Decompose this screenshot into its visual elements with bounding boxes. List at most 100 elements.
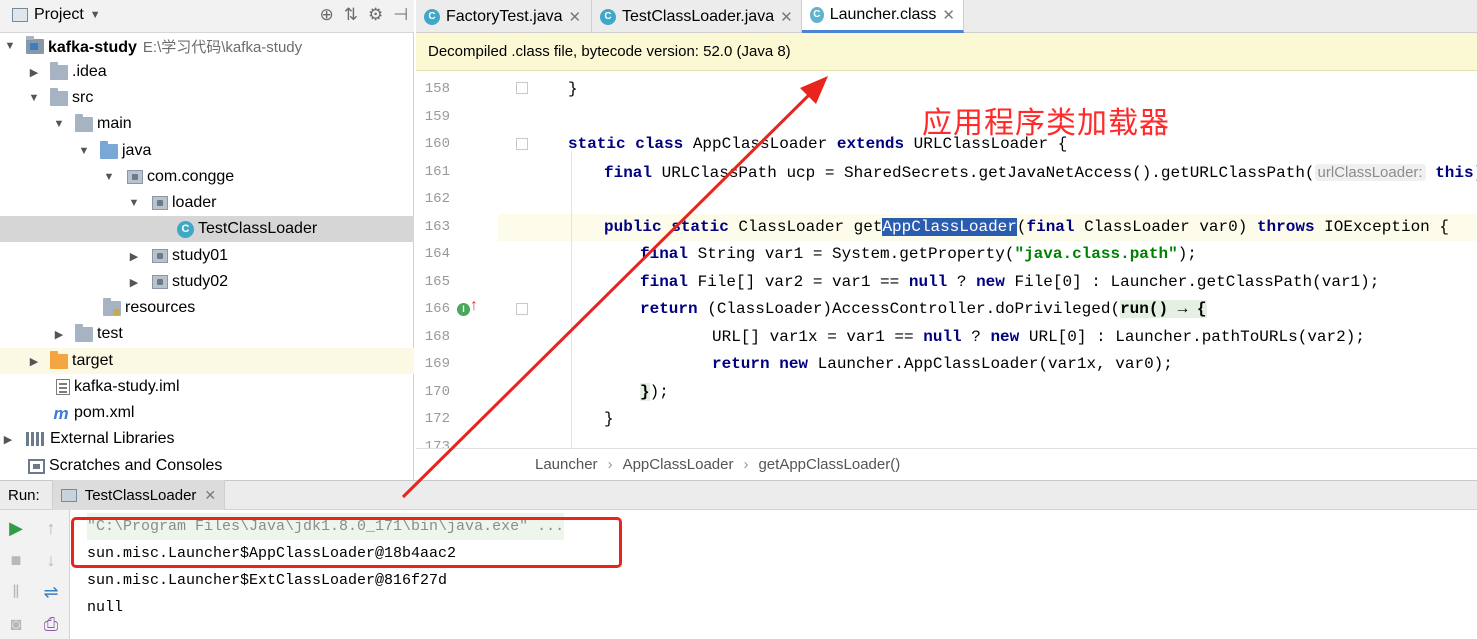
selected-text: AppClassLoader bbox=[882, 218, 1017, 236]
tab-testclassloader[interactable]: C TestClassLoader.java ✕ bbox=[592, 0, 802, 33]
chevron-down-icon[interactable]: ▼ bbox=[76, 145, 92, 157]
up-arrow-icon[interactable]: ↑ bbox=[470, 297, 478, 315]
breadcrumb-item[interactable]: AppClassLoader bbox=[623, 456, 734, 473]
chevron-right-icon[interactable]: ▶ bbox=[26, 66, 42, 79]
chevron-right-icon[interactable]: ▶ bbox=[0, 433, 16, 446]
code-line-161: final URLClassPath ucp = SharedSecrets.g… bbox=[498, 159, 1477, 186]
tree-item-scratches[interactable]: Scratches and Consoles bbox=[0, 453, 414, 479]
code-keyword: final bbox=[604, 164, 653, 182]
tree-item-study01[interactable]: ▶ study01 bbox=[0, 243, 414, 269]
source-folder-icon bbox=[100, 140, 118, 159]
soft-wrap-icon[interactable]: ⇌ bbox=[40, 581, 62, 603]
code-keyword: extends bbox=[836, 135, 905, 153]
libraries-icon bbox=[26, 432, 46, 446]
tree-item-test[interactable]: ▶ test bbox=[0, 321, 414, 347]
package-icon bbox=[152, 196, 168, 210]
tree-item-loader[interactable]: ▼ loader bbox=[0, 190, 414, 216]
close-icon[interactable]: ✕ bbox=[204, 487, 216, 504]
tab-factorytest[interactable]: C FactoryTest.java ✕ bbox=[416, 0, 592, 33]
tree-item-kafka-study[interactable]: ▼ kafka-study E:\学习代码\kafka-study bbox=[0, 33, 414, 59]
gear-icon[interactable]: ⚙ bbox=[368, 5, 383, 25]
line-number: 165 bbox=[424, 274, 450, 290]
overrides-method-icon[interactable]: I bbox=[457, 303, 470, 316]
tree-item-main[interactable]: ▼ main bbox=[0, 111, 414, 137]
close-icon[interactable]: ✕ bbox=[942, 6, 955, 24]
run-config-icon bbox=[60, 488, 77, 502]
tree-item-external-libraries[interactable]: ▶ External Libraries bbox=[0, 426, 414, 452]
tree-item-resources[interactable]: resources bbox=[0, 295, 414, 321]
project-view-selector[interactable]: Project ▼ bbox=[12, 6, 101, 24]
code-line-166: return (ClassLoader)AccessController.doP… bbox=[498, 296, 1477, 323]
chevron-down-icon[interactable]: ▼ bbox=[26, 92, 42, 104]
tree-item-src[interactable]: ▼ src bbox=[0, 85, 414, 111]
rerun-icon[interactable]: ▶ bbox=[5, 517, 27, 539]
tree-item-label: TestClassLoader bbox=[198, 220, 318, 237]
pause-icon[interactable]: ‖ bbox=[5, 581, 27, 603]
tree-item-iml[interactable]: kafka-study.iml bbox=[0, 374, 414, 400]
breadcrumb-item[interactable]: getAppClassLoader() bbox=[758, 456, 900, 473]
tree-item-java[interactable]: ▼ java bbox=[0, 138, 414, 164]
code-line-169: return new Launcher.AppClassLoader(var1x… bbox=[498, 351, 1477, 378]
chevron-right-icon[interactable]: ▶ bbox=[51, 328, 67, 341]
tree-item-target[interactable]: ▶ target bbox=[0, 348, 414, 374]
code-text: URL[] var1x = var1 == bbox=[712, 328, 924, 346]
run-tab-testclassloader[interactable]: TestClassLoader ✕ bbox=[51, 480, 226, 510]
chevron-down-icon[interactable]: ▼ bbox=[126, 197, 142, 209]
tab-label: FactoryTest.java bbox=[446, 7, 563, 25]
tree-item-label: com.congge bbox=[147, 168, 235, 185]
close-icon[interactable]: ✕ bbox=[780, 8, 793, 26]
code-keyword: final bbox=[640, 273, 689, 291]
tree-item-testclassloader[interactable]: C TestClassLoader bbox=[0, 216, 414, 242]
java-class-icon: C bbox=[600, 8, 616, 25]
tab-launcher-class[interactable]: C Launcher.class ✕ bbox=[802, 0, 964, 33]
project-panel-header: Project ▼ ⊕ ⇅ ⚙ ⊣ bbox=[0, 0, 414, 33]
tree-item-pom[interactable]: m pom.xml bbox=[0, 400, 414, 426]
chevron-right-icon[interactable]: ▶ bbox=[26, 355, 42, 368]
code-text: File[] var2 = var1 == bbox=[688, 273, 909, 291]
close-icon[interactable]: ✕ bbox=[568, 8, 581, 26]
chevron-down-icon[interactable]: ▼ bbox=[101, 171, 117, 183]
chevron-right-icon[interactable]: ▶ bbox=[126, 250, 142, 263]
code-line-164: final String var1 = System.getProperty("… bbox=[498, 241, 1477, 268]
run-panel-header: Run: TestClassLoader ✕ bbox=[0, 480, 1477, 510]
project-icon bbox=[12, 8, 28, 22]
scroll-up-icon[interactable]: ↑ bbox=[40, 517, 62, 539]
camera-icon[interactable]: ◙ bbox=[5, 613, 27, 635]
stop-icon[interactable]: ■ bbox=[5, 549, 27, 571]
code-text: AppClassLoader bbox=[683, 135, 837, 153]
code-keyword: null bbox=[923, 328, 962, 346]
tree-item-label: java bbox=[122, 142, 152, 159]
code-keyword: return new bbox=[712, 355, 809, 373]
breadcrumb-item[interactable]: Launcher bbox=[535, 456, 598, 473]
code-keyword: static class bbox=[568, 135, 684, 153]
tree-item-com-congge[interactable]: ▼ com.congge bbox=[0, 164, 414, 190]
chevron-right-icon[interactable]: ▶ bbox=[126, 276, 142, 289]
code-keyword: new bbox=[976, 273, 1005, 291]
code-keyword: throws bbox=[1256, 218, 1315, 236]
code-text: } bbox=[604, 410, 614, 428]
tree-item-label: target bbox=[72, 352, 113, 369]
breadcrumb-separator-icon: › bbox=[607, 456, 613, 473]
line-number: 169 bbox=[424, 356, 450, 372]
scroll-down-icon[interactable]: ↓ bbox=[40, 549, 62, 571]
tree-item-label: kafka-study bbox=[48, 38, 137, 56]
chevron-down-icon[interactable]: ▼ bbox=[51, 118, 67, 130]
run-tab-label: TestClassLoader bbox=[84, 486, 197, 504]
scratches-icon bbox=[28, 458, 45, 474]
chevron-down-icon[interactable]: ▼ bbox=[2, 40, 18, 52]
lambda-fold[interactable]: run() → { bbox=[1120, 300, 1207, 318]
code-text: IOException { bbox=[1314, 218, 1449, 236]
line-number: 166 bbox=[424, 301, 450, 317]
code-text: ClassLoader var0) bbox=[1074, 218, 1257, 236]
tree-item-idea[interactable]: ▶ .idea bbox=[0, 59, 414, 85]
hide-panel-icon[interactable]: ⊣ bbox=[393, 5, 408, 25]
print-icon[interactable]: ⎙ bbox=[40, 613, 62, 635]
run-toolbar: ▶ ↑ ■ ↓ ‖ ⇌ ◙ ⎙ bbox=[0, 510, 70, 639]
highlight-box-annotation bbox=[71, 517, 622, 568]
breadcrumb: Launcher › AppClassLoader › getAppClassL… bbox=[416, 448, 1477, 480]
locate-icon[interactable]: ⊕ bbox=[319, 5, 333, 25]
tree-item-label: kafka-study.iml bbox=[74, 378, 180, 395]
collapse-all-icon[interactable]: ⇅ bbox=[344, 5, 358, 25]
tree-item-study02[interactable]: ▶ study02 bbox=[0, 269, 414, 295]
code-text: ClassLoader get bbox=[728, 218, 883, 236]
